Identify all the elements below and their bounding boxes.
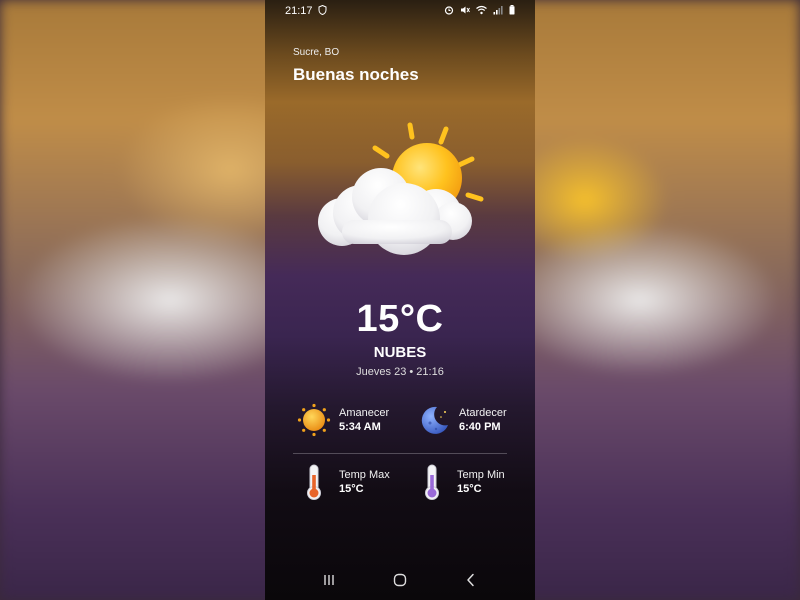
back-icon bbox=[467, 573, 475, 587]
date-time-label: Jueves 23 • 21:16 bbox=[356, 366, 444, 378]
sunrise-info: Amanecer 5:34 AM bbox=[297, 403, 389, 437]
sun-icon bbox=[297, 403, 331, 437]
wifi-icon bbox=[476, 5, 487, 17]
greeting-heading: Buenas noches bbox=[293, 65, 419, 84]
signal-icon bbox=[493, 5, 503, 17]
recent-apps-icon bbox=[323, 575, 334, 585]
moon-icon bbox=[417, 403, 451, 437]
thermometer-hot-icon bbox=[297, 464, 331, 500]
system-navigation-bar bbox=[265, 560, 535, 600]
temp-max-info: Temp Max 15°C bbox=[297, 464, 390, 500]
sunrise-label: Amanecer bbox=[339, 407, 390, 419]
thermometer-cold-icon bbox=[415, 464, 449, 500]
temp-min-info: Temp Min 15°C bbox=[415, 464, 505, 500]
sunset-label: Atardecer bbox=[459, 407, 507, 419]
home-icon bbox=[393, 573, 407, 587]
temp-min-value: 15°C bbox=[457, 483, 482, 495]
alarm-icon bbox=[444, 5, 454, 17]
sunrise-value: 5:34 AM bbox=[339, 421, 381, 433]
temp-max-value: 15°C bbox=[339, 483, 364, 495]
shield-icon bbox=[318, 4, 327, 18]
battery-icon bbox=[509, 5, 515, 17]
divider bbox=[293, 453, 507, 454]
temp-max-label: Temp Max bbox=[339, 469, 390, 481]
status-bar: 21:17 bbox=[265, 0, 535, 22]
sun-behind-cloud-icon bbox=[305, 115, 505, 270]
temperature-value: 15°C bbox=[356, 298, 444, 340]
sunset-value: 6:40 PM bbox=[459, 421, 501, 433]
location-label: Sucre, BO bbox=[293, 47, 340, 58]
status-time: 21:17 bbox=[285, 5, 313, 17]
back-button[interactable] bbox=[456, 565, 486, 595]
sunset-info: Atardecer 6:40 PM bbox=[417, 403, 507, 437]
temp-min-label: Temp Min bbox=[457, 469, 505, 481]
recent-apps-button[interactable] bbox=[314, 565, 344, 595]
phone-screen: 21:17 Sucre, BO Buenas noches 15°C NUBES… bbox=[265, 0, 535, 600]
weather-condition: NUBES bbox=[373, 344, 427, 361]
mute-icon bbox=[460, 5, 470, 17]
home-button[interactable] bbox=[385, 565, 415, 595]
